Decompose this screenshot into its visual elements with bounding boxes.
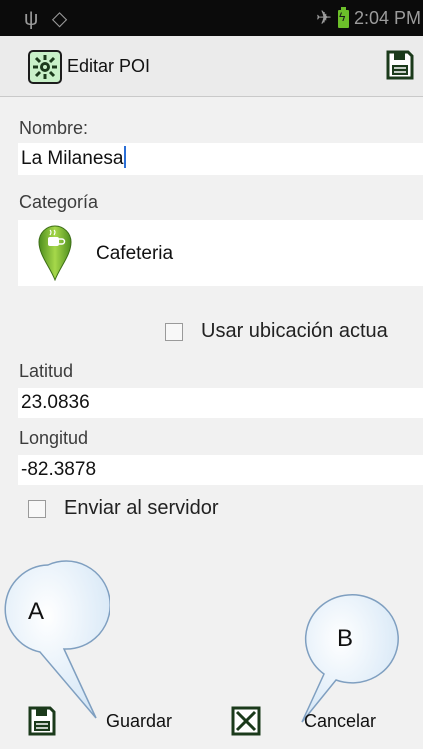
cafeteria-pin-icon [38, 225, 72, 286]
categoria-selector[interactable]: Cafeteria [18, 220, 423, 286]
latitud-value: 23.0836 [21, 392, 90, 413]
longitud-field[interactable]: -82.3878 [18, 455, 423, 485]
longitud-label: Longitud [19, 428, 89, 448]
longitud-value: -82.3878 [21, 459, 97, 480]
status-left-icons: ψ ◇ [24, 6, 67, 31]
usar-ubicacion-label: Usar ubicación actua [201, 320, 388, 342]
nombre-field[interactable]: La Milanesa [18, 143, 423, 175]
action-bar: Editar POI [0, 36, 423, 97]
airplane-icon: ✈ [316, 8, 332, 29]
status-right-icons: ✈ ϟ 2:04 PM [316, 6, 421, 30]
categoria-label: Categoría [19, 192, 99, 212]
app-logo-icon [28, 50, 62, 84]
battery-icon: ϟ [337, 6, 349, 28]
gps-icon: ◇ [51, 8, 68, 30]
usb-icon: ψ [24, 8, 39, 30]
latitud-field[interactable]: 23.0836 [18, 388, 423, 418]
callout-a-letter: A [28, 598, 45, 625]
usar-ubicacion-checkbox[interactable] [165, 323, 183, 341]
cancelar-button[interactable]: Cancelar [304, 711, 376, 732]
status-time: 2:04 PM [353, 8, 421, 28]
guardar-button[interactable]: Guardar [106, 711, 172, 732]
enviar-servidor-checkbox[interactable] [28, 500, 46, 518]
callout-a-bubble [4, 560, 110, 719]
save-icon[interactable] [386, 50, 414, 85]
latitud-label: Latitud [19, 361, 74, 381]
enviar-servidor-label: Enviar al servidor [64, 497, 219, 519]
status-bar: ψ ◇ ✈ ϟ 2:04 PM [0, 0, 423, 36]
callout-b-bubble [301, 594, 399, 723]
cancelar-icon[interactable] [231, 706, 261, 741]
page-title: Editar POI [67, 56, 151, 76]
nombre-label: Nombre: [19, 118, 89, 138]
text-caret [124, 146, 127, 168]
nombre-value: La Milanesa [21, 148, 124, 169]
guardar-save-icon[interactable] [28, 706, 56, 741]
categoria-value: Cafeteria [96, 243, 174, 264]
callout-b-letter: B [337, 625, 354, 652]
